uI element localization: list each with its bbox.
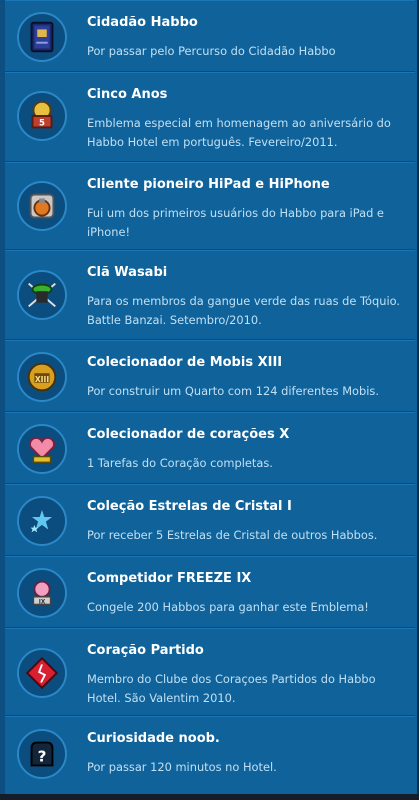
badge-item-cinco-anos[interactable]: 5 Cinco Anos Emblema especial em homenag… [5, 72, 415, 162]
citizen-passport-badge-icon [17, 12, 67, 62]
svg-text:5: 5 [39, 119, 45, 129]
badge-description: Por passar 120 minutos no Hotel. [87, 760, 277, 774]
badge-title: Cidadão Habbo [87, 15, 198, 30]
badge-description: Fui um dos primeiros usuários do Habbo p… [87, 206, 384, 239]
badge-item-coracao-partido[interactable]: Coração Partido Membro do Clube dos Cora… [5, 628, 415, 716]
freeze-competitor-badge-icon: IX [17, 568, 67, 618]
badge-list-panel: Cidadão Habbo Por passar pelo Percurso d… [0, 0, 419, 794]
badge-item-cidadao-habbo[interactable]: Cidadão Habbo Por passar pelo Percurso d… [5, 0, 415, 72]
badge-item-colecionador-mobis[interactable]: XIII Colecionador de Mobis XIII Por cons… [5, 340, 415, 412]
badge-title: Curiosidade noob. [87, 731, 220, 746]
crystal-stars-badge-icon [17, 496, 67, 546]
badge-description: Congele 200 Habbos para ganhar este Embl… [87, 600, 369, 614]
noob-curiosity-badge-icon: ? [17, 729, 67, 779]
broken-heart-badge-icon [17, 648, 67, 698]
badge-item-competidor-freeze[interactable]: IX Competidor FREEZE IX Congele 200 Habb… [5, 556, 415, 628]
badge-description: Para os membros da gangue verde das ruas… [87, 294, 401, 327]
badge-title: Colecionador de corações X [87, 427, 290, 442]
badge-item-cla-wasabi[interactable]: Clã Wasabi Para os membros da gangue ver… [5, 250, 415, 340]
badge-title: Cliente pioneiro HiPad e HiPhone [87, 177, 330, 192]
badge-description: Membro do Clube dos Coraçoes Partidos do… [87, 672, 376, 705]
badge-description: Por passar pelo Percurso do Cidadão Habb… [87, 44, 336, 58]
five-years-cake-badge-icon: 5 [17, 91, 67, 141]
badge-description: Emblema especial em homenagem ao anivers… [87, 116, 391, 149]
badge-item-colecao-estrelas[interactable]: Coleção Estrelas de Cristal I Por recebe… [5, 484, 415, 556]
badge-title: Competidor FREEZE IX [87, 571, 252, 586]
badge-description: Por receber 5 Estrelas de Cristal de out… [87, 528, 378, 542]
badge-description: Por construir um Quarto com 124 diferent… [87, 384, 379, 398]
furni-collector-badge-icon: XIII [17, 352, 67, 402]
badge-title: Colecionador de Mobis XIII [87, 355, 283, 370]
svg-text:XIII: XIII [35, 375, 50, 384]
badge-description: 1 Tarefas do Coração completas. [87, 456, 273, 470]
badge-title: Cinco Anos [87, 87, 168, 102]
badge-item-colecionador-coracoes[interactable]: Colecionador de corações X 1 Tarefas do … [5, 412, 415, 484]
heart-collector-badge-icon [17, 424, 67, 474]
badge-item-curiosidade-noob[interactable]: ? Curiosidade noob. Por passar 120 minut… [5, 716, 415, 794]
wasabi-clan-badge-icon [17, 270, 67, 320]
badge-title: Clã Wasabi [87, 265, 168, 280]
pioneer-hipad-badge-icon [17, 181, 67, 231]
svg-text:?: ? [38, 748, 47, 766]
bottom-bar [0, 794, 419, 800]
badge-item-cliente-pioneiro[interactable]: Cliente pioneiro HiPad e HiPhone Fui um … [5, 162, 415, 250]
badge-title: Coração Partido [87, 643, 204, 658]
svg-text:IX: IX [39, 599, 46, 605]
badge-title: Coleção Estrelas de Cristal I [87, 499, 292, 514]
